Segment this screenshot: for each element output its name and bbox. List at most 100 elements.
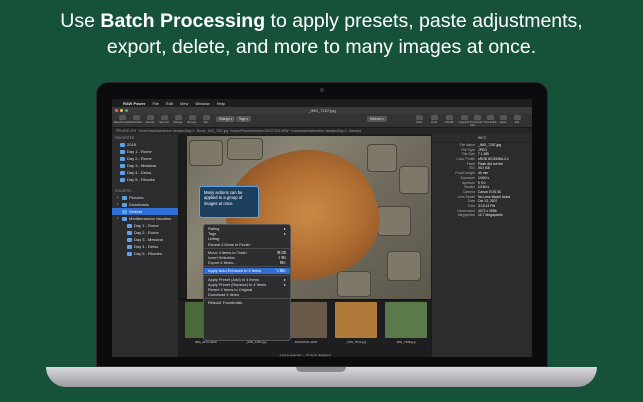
disclosure-triangle-icon[interactable]: ▾ [117,215,120,222]
toolbar-right-button-1[interactable]: Tools [427,115,441,127]
disclosure-triangle-icon[interactable]: ▸ [117,201,120,208]
context-menu: Rating ▸ Tags ▸ Unflag Reveal 4 Items in Find… [203,224,291,341]
toolbar-right-button-2[interactable]: Info/GB [442,115,456,127]
sidebar-favorite-item[interactable]: Day 3 - Messina [112,162,178,169]
sidebar-folder-item[interactable]: Day 5 - Rhodes [112,250,178,257]
toolbar-label: Favorite [145,121,155,124]
headline-bold: Batch Processing [100,10,266,32]
sidebar-folder-item[interactable]: Day 1 - Rome [112,222,178,229]
context-menu-item[interactable]: Export 4 Items... ⌘E [204,260,290,265]
toolbar-button-1[interactable]: Add Folder [129,115,143,127]
sidebar-folder-item[interactable]: ▸ Pictures [112,194,178,201]
medium-dropdown[interactable]: Medium ▾ [367,116,387,122]
sidebar-folder-item[interactable]: Day 4 - Delos [112,243,178,250]
toolbar-right-button-6[interactable]: Views [496,115,510,127]
app-screen: RAW Power File Edit View Window Help _IM… [112,99,532,357]
toolbar-right-button-7[interactable]: Edit [510,115,524,127]
cobblestone [337,271,371,297]
toolbar-right-button-3[interactable]: Inspector [457,115,471,127]
toolbar-label: Browse [187,121,197,124]
sidebar-item-label: Day 1 - Rome [127,149,152,154]
toolbar-icon [174,115,182,120]
headline: Use Batch Processing to apply presets, p… [0,8,643,60]
image-viewer[interactable]: Many actions can be applied to a group o… [179,134,431,341]
menu-app-name[interactable]: RAW Power [123,101,145,106]
disclosure-triangle-icon[interactable]: ▸ [117,194,120,201]
thumbnail[interactable]: IMG_7158.jpg [381,302,431,350]
toolbar-icon [460,115,468,120]
folder-icon [127,230,132,235]
zoom-icon[interactable] [125,109,128,112]
toolbar-icon [160,115,168,120]
status-text: 4 items selected — 70 items displayed [279,353,331,357]
sidebar-item-label: Day 1 - Rome [134,223,159,228]
toolbar-label: Tools [430,121,438,124]
toolbar-button-2[interactable]: Favorite [143,115,157,127]
context-menu-item[interactable]: Download 4 Items [204,292,290,297]
toolbar-label: Thumbnails [483,121,497,124]
sidebar-favorite-item[interactable]: 2018 [112,141,178,148]
menu-separator [204,266,290,268]
folder-icon [127,251,132,256]
toolbar-button-0[interactable]: Back/Forward [114,115,130,127]
sidebar-favorite-item[interactable]: Day 2 - Rome [112,155,178,162]
sidebar-folder-item[interactable]: ▸ Downloads [112,201,178,208]
info-inspector: INFO File Name _IMG_7187.jpg File Type JPEG… [431,134,532,357]
sidebar-favorite-item[interactable]: Day 5 - Rhodes [112,176,178,183]
toolbar-right-button-4[interactable]: Thumbnail Size [470,115,484,127]
folder-icon [127,237,132,242]
toolbar-right-button-5[interactable]: Thumbnails [483,115,497,127]
minimize-icon[interactable] [120,109,123,112]
toolbar-button-5[interactable]: Browse [185,115,199,127]
menu-help[interactable]: Help [217,101,225,106]
sidebar-folder-item[interactable]: Selects [112,208,178,215]
toolbar-icon [188,115,196,120]
help-tooltip: Many actions can be applied to a group o… [199,186,259,218]
folder-icon [122,216,127,221]
menu-view[interactable]: View [180,101,189,106]
context-menu-item[interactable]: Apply Auto Enhance to 4 Items ⌥⌘E [204,268,290,274]
sidebar-favorite-item[interactable]: Day 1 - Rome [112,148,178,155]
toolbar-label: Ratings [173,121,183,124]
toolbar-button-6[interactable]: Sort [199,115,213,127]
folder-icon [120,149,125,154]
cobblestone [377,206,411,236]
menu-separator [204,247,290,249]
folder-icon [120,142,125,147]
menu-item-shortcut: ⌘E [279,260,287,266]
headline-line-1: Use Batch Processing to apply presets, p… [0,8,643,34]
toolbar-button-3[interactable]: New Vol [157,115,171,127]
folder-icon [120,177,125,182]
toolbar-button-4[interactable]: Ratings [171,115,185,127]
menu-edit[interactable]: Edit [166,101,173,106]
sidebar-item-label: Day 3 - Messina [127,163,156,168]
menu-item-label: Reveal 4 Items in Finder [208,241,251,247]
inspector-row: Megapixels 12.7 Megapixels [432,213,532,218]
context-menu-item[interactable]: Rebuild Thumbnails [204,300,290,305]
tags-dropdown[interactable]: Tags ▾ [236,116,252,122]
toolbar-icon [132,115,140,120]
toolbar-label: New Vol [159,121,169,124]
menu-window[interactable]: Window [195,101,209,106]
menu-item-label: Download 4 Items [208,292,240,298]
toolbar-right-button-0[interactable]: Color [412,115,426,127]
window-title: _IMG_7187.jpg [308,108,336,113]
sidebar-folder-item[interactable]: Day 3 - Messina [112,236,178,243]
context-menu-item[interactable]: Reveal 4 Items in Finder [204,242,290,247]
toolbar-icon [486,115,494,120]
toolbar-label: Views [499,121,507,124]
ratings-dropdown[interactable]: Ratings ▾ [216,116,236,122]
menu-file[interactable]: File [152,101,158,106]
sidebar-folder-item[interactable]: ▾ Mediterranean Vacation [112,215,178,222]
toolbar-icon [415,115,423,120]
sidebar-folder-item[interactable]: Day 2 - Rome [112,229,178,236]
sidebar-favorite-item[interactable]: Day 4 - Delos [112,169,178,176]
headline-line-2: export, delete, and more to many images … [106,36,537,58]
sidebar-item-label: Selects [129,209,143,214]
toolbar-icon [146,115,154,120]
menu-item-shortcut: ▸ [284,281,286,287]
favorites-list: 2018 Day 1 - Rome Day 2 - Rome Day 3 - Mess… [112,141,178,183]
close-icon[interactable] [115,109,118,112]
sidebar-item-label: Day 2 - Rome [127,156,152,161]
thumbnail[interactable]: _IMG_7913.jpg [331,302,381,350]
